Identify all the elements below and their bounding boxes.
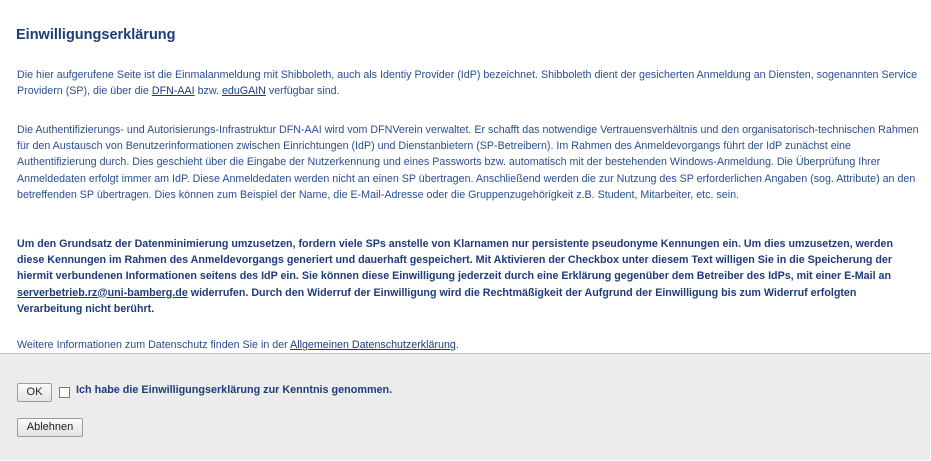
consent-footer bbox=[0, 354, 930, 460]
minimization-text-1: Um den Grundsatz der Datenminimierung um… bbox=[17, 238, 893, 283]
consent-content: Einwilligungserklärung Die hier aufgeruf… bbox=[0, 0, 930, 354]
privacy-text-1: Weitere Informationen zum Datenschutz fi… bbox=[17, 339, 291, 351]
consent-checkbox-label[interactable]: Ich habe die Einwilligungserklärung zur … bbox=[76, 384, 392, 396]
ok-button[interactable]: OK bbox=[17, 383, 52, 402]
data-minimization-paragraph: Um den Grundsatz der Datenminimierung um… bbox=[17, 236, 919, 317]
email-link[interactable]: serverbetrieb.rz@uni-bamberg.de bbox=[17, 287, 188, 299]
dfn-aai-paragraph: Die Authentifizierungs- und Autorisierun… bbox=[17, 124, 919, 201]
consent-checkbox[interactable] bbox=[59, 387, 70, 398]
consent-page: Einwilligungserklärung Die hier aufgeruf… bbox=[0, 0, 930, 460]
privacy-paragraph: Weitere Informationen zum Datenschutz fi… bbox=[17, 337, 919, 353]
privacy-text-2: . bbox=[455, 339, 459, 351]
page-title: Einwilligungserklärung bbox=[16, 27, 176, 43]
intro-text-2: bzw. bbox=[194, 85, 222, 98]
dfn-aai-link[interactable]: DFN-AAI bbox=[152, 85, 195, 97]
intro-paragraph: Die hier aufgerufene Seite ist die Einma… bbox=[17, 67, 919, 99]
reject-button[interactable]: Ablehnen bbox=[17, 418, 83, 437]
edugain-link[interactable]: eduGAIN bbox=[222, 85, 266, 97]
intro-text-3: verfügbar sind. bbox=[265, 85, 340, 98]
privacy-policy-link[interactable]: Allgemeinen Datenschutzerklärung bbox=[290, 339, 456, 351]
